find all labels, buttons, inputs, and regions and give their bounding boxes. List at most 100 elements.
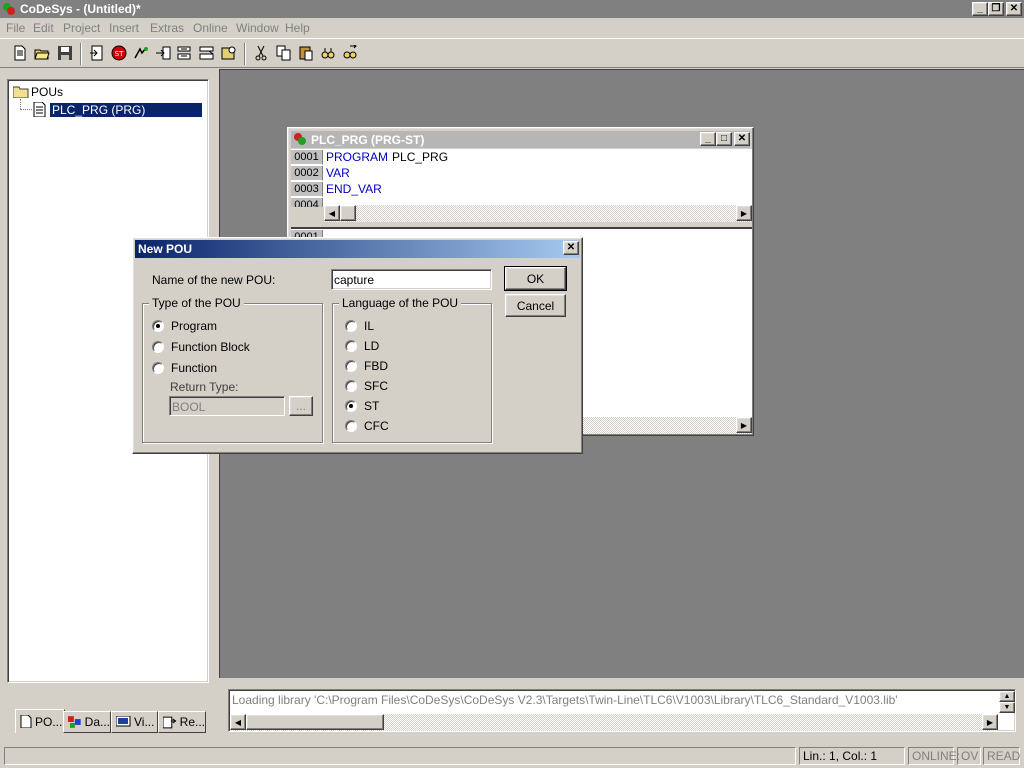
minimize-button[interactable]: _ [972,2,988,16]
dialog-title-bar[interactable]: New POU ✕ [135,240,580,258]
tab-visualizations[interactable]: Vi... [111,711,158,733]
radio-fbd[interactable]: FBD [345,359,388,373]
radio-button[interactable] [152,362,164,374]
step-over-icon[interactable] [153,43,173,63]
menu-file[interactable]: File [6,21,25,35]
new-icon[interactable] [10,43,30,63]
menu-window[interactable]: Window [236,21,279,35]
keyword: END_VAR [326,182,382,196]
minimize-button[interactable]: _ [700,132,716,146]
open-icon[interactable] [32,43,52,63]
name-label: Name of the new POU: [152,273,276,287]
login-icon[interactable] [87,43,107,63]
maximize-button[interactable]: □ [716,132,732,146]
toolbar: ST [0,38,1024,68]
tree-root[interactable]: POUs [13,83,65,100]
radio-function-block[interactable]: Function Block [152,340,250,354]
scroll-right-button[interactable]: ▶ [736,417,752,433]
read-indicator: READ [983,747,1020,765]
line-number: 0001 [291,149,323,165]
radio-button-checked[interactable] [345,400,357,412]
scroll-right-button[interactable]: ▶ [736,205,752,221]
menu-extras[interactable]: Extras [150,21,184,35]
menu-insert[interactable]: Insert [109,21,139,35]
toolbar-separator [244,43,246,65]
radio-button[interactable] [152,341,164,353]
ok-button[interactable]: OK [504,266,567,291]
scroll-right-button[interactable]: ▶ [982,714,998,730]
menu-help[interactable]: Help [285,21,310,35]
scroll-left-button[interactable]: ◀ [324,205,340,221]
tab-label: Da... [84,715,110,729]
editor-title-bar[interactable]: PLC_PRG (PRG-ST) _ □ ✕ [291,131,750,148]
scroll-thumb[interactable] [246,714,384,730]
online-indicator: ONLINE: [908,747,960,765]
radio-il[interactable]: IL [345,319,374,333]
save-icon[interactable] [55,43,75,63]
code-line: 0003 END_VAR [291,181,752,197]
keyword: PROGRAM [326,150,389,164]
codesys-app-icon [3,3,15,15]
scroll-thumb[interactable] [340,205,356,221]
find-icon[interactable] [318,43,338,63]
status-message [4,747,796,765]
browse-button: ... [289,396,313,416]
radio-ld[interactable]: LD [345,339,379,353]
run-icon[interactable] [131,43,151,63]
title-bar: CoDeSys - (Untitled)* _ ❐ ✕ [0,0,1024,18]
declaration-editor[interactable]: 0001 PROGRAM PLC_PRG 0002 VAR 0003 END_V… [291,149,752,207]
menu-edit[interactable]: Edit [33,21,54,35]
radio-sfc[interactable]: SFC [345,379,388,393]
scroll-down-button[interactable]: ▼ [999,702,1015,713]
scroll-up-button[interactable]: ▲ [999,691,1015,702]
menu-online[interactable]: Online [193,21,228,35]
keyword: VAR [326,166,350,180]
step-in-icon[interactable] [174,43,194,63]
svg-text:ST: ST [115,50,124,58]
close-button[interactable]: ✕ [1006,2,1022,16]
scroll-left-button[interactable]: ◀ [230,714,246,730]
close-button[interactable]: ✕ [563,241,579,255]
radio-label: LD [364,339,380,353]
find-next-icon[interactable] [340,43,360,63]
paste-icon[interactable] [296,43,316,63]
organizer-tabs: PO... Da... Vi... Re... [10,709,206,735]
message-hscrollbar[interactable]: ◀ ▶ [230,714,998,731]
single-cycle-icon[interactable] [197,43,217,63]
radio-button[interactable] [345,420,357,432]
cut-icon[interactable] [251,43,271,63]
line-number: 0003 [291,181,323,197]
document-icon [20,715,32,728]
menu-project[interactable]: Project [63,21,100,35]
radio-button[interactable] [345,320,357,332]
tab-data-types[interactable]: Da... [63,711,111,733]
codesys-pou-icon [294,133,306,145]
tab-label: Vi... [134,715,155,729]
window-title: CoDeSys - (Untitled)* [20,2,141,16]
declaration-hscrollbar[interactable]: ◀ ▶ [324,205,752,222]
pou-name-input[interactable] [331,269,492,290]
radio-button[interactable] [345,340,357,352]
tree-item-plc-prg[interactable]: PLC_PRG (PRG) [33,101,202,118]
radio-function[interactable]: Function [152,361,217,375]
radio-button-checked[interactable] [152,320,164,332]
restore-button[interactable]: ❐ [988,2,1004,16]
radio-button[interactable] [345,360,357,372]
copy-icon[interactable] [274,43,294,63]
cancel-button[interactable]: Cancel [505,294,566,317]
breakpoint-icon[interactable] [219,43,239,63]
message-window[interactable]: Loading library 'C:\Program Files\CoDeSy… [228,689,1016,732]
return-type-field: BOOL [169,396,285,416]
menu-bar: File Edit Project Insert Extras Online W… [0,18,1024,38]
tab-pous[interactable]: PO... [15,709,65,733]
radio-button[interactable] [345,380,357,392]
tree-line [20,109,32,110]
radio-program[interactable]: Program [152,319,217,333]
radio-st[interactable]: ST [345,399,379,413]
identifier: PLC_PRG [392,150,449,164]
radio-cfc[interactable]: CFC [345,419,389,433]
tab-resources[interactable]: Re... [158,711,206,733]
data-types-icon [68,715,81,728]
close-button[interactable]: ✕ [734,132,750,146]
stop-icon[interactable]: ST [109,43,129,63]
